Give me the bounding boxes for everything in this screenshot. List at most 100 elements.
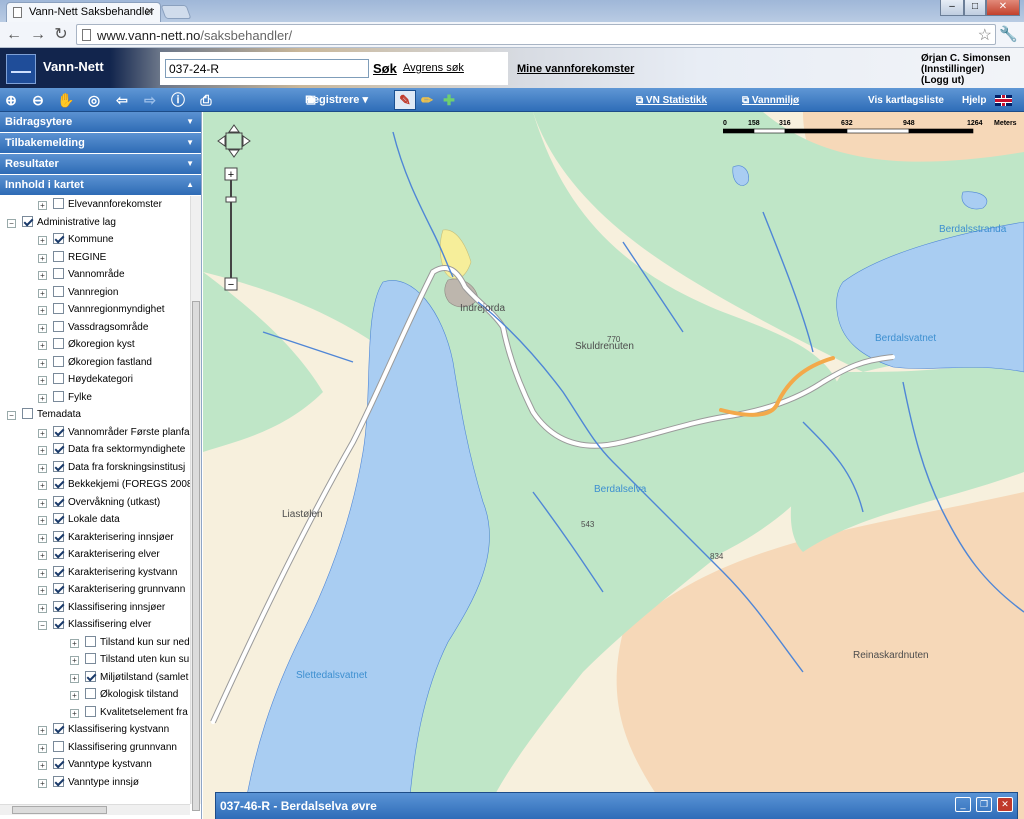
- collapse-icon[interactable]: −: [7, 218, 16, 228]
- layer-tree-item[interactable]: + Kvalitetselement fra: [70, 704, 188, 721]
- expand-icon[interactable]: +: [38, 761, 47, 770]
- maximize-button[interactable]: □: [964, 0, 986, 16]
- expand-icon[interactable]: +: [38, 428, 47, 438]
- layer-checkbox[interactable]: [53, 198, 64, 209]
- expand-icon[interactable]: +: [38, 393, 47, 403]
- expand-icon[interactable]: +: [70, 638, 79, 648]
- wrench-icon[interactable]: 🔧: [999, 25, 1018, 43]
- expand-icon[interactable]: +: [38, 743, 47, 753]
- layer-checkbox[interactable]: [53, 530, 64, 542]
- layer-checkbox[interactable]: [53, 495, 64, 507]
- expand-icon[interactable]: +: [38, 551, 47, 560]
- layer-checkbox[interactable]: [53, 600, 64, 612]
- layer-tree-item[interactable]: + Bekkekjemi (FOREGS 2008: [38, 476, 190, 493]
- layer-checkbox[interactable]: [53, 775, 64, 787]
- expand-icon[interactable]: +: [38, 586, 47, 595]
- close-window-button[interactable]: ✕: [986, 0, 1020, 16]
- vannmiljo-link[interactable]: ⧉ Vannmiljø: [742, 95, 799, 106]
- layer-checkbox[interactable]: [53, 565, 64, 577]
- reload-icon[interactable]: ↻: [51, 25, 71, 45]
- restore-panel-button[interactable]: ❐: [976, 797, 992, 812]
- expand-icon[interactable]: +: [38, 498, 47, 508]
- edit-pencil-icon[interactable]: ✏: [418, 91, 436, 109]
- layer-tree-item[interactable]: + Data fra sektormyndighete: [38, 441, 185, 458]
- expand-icon[interactable]: +: [38, 568, 47, 578]
- layer-checkbox[interactable]: [53, 250, 64, 262]
- expand-icon[interactable]: +: [70, 708, 79, 718]
- layer-tree-item[interactable]: + Elvevannforekomster: [38, 196, 162, 213]
- map-view[interactable]: 0 158 316 632 948 1264 Meters + − Berdalsstran…: [203, 112, 1024, 819]
- expand-icon[interactable]: +: [70, 656, 79, 665]
- collapse-icon[interactable]: −: [38, 621, 47, 630]
- layer-checkbox[interactable]: [53, 373, 64, 384]
- expand-icon[interactable]: +: [38, 271, 47, 280]
- layer-tree-item[interactable]: + Vannområde: [38, 266, 125, 283]
- expand-icon[interactable]: +: [38, 446, 47, 455]
- layer-checkbox[interactable]: [53, 425, 64, 437]
- layer-tree-item[interactable]: + Karakterisering elver: [38, 546, 160, 563]
- layer-tree-item[interactable]: + Klassifisering innsjøer: [38, 599, 165, 616]
- minimize-button[interactable]: –: [940, 0, 964, 16]
- add-user-icon[interactable]: ✚: [440, 91, 458, 109]
- layer-tree-item[interactable]: + Tilstand uten kun su: [70, 651, 189, 668]
- pan-hand-icon[interactable]: ✋: [57, 91, 75, 109]
- layer-tree-item[interactable]: + Økoregion kyst: [38, 336, 135, 353]
- layer-checkbox[interactable]: [53, 478, 64, 489]
- layer-checkbox[interactable]: [85, 653, 96, 664]
- layer-checkbox[interactable]: [85, 635, 96, 647]
- layer-tree-item[interactable]: + Vannområder Første planfa: [38, 424, 190, 441]
- layer-checkbox[interactable]: [85, 705, 96, 717]
- panel-innhold-i-kartet[interactable]: Innhold i kartet ▲: [0, 175, 201, 196]
- layer-checkbox[interactable]: [53, 618, 64, 629]
- panel-tilbakemelding[interactable]: Tilbakemelding ▼: [0, 133, 201, 154]
- layer-tree-item[interactable]: + Vassdragsområde: [38, 319, 148, 336]
- panel-resultater[interactable]: Resultater ▼: [0, 154, 201, 175]
- info-icon[interactable]: ⓘ: [169, 91, 187, 109]
- layer-tree-item[interactable]: + Økologisk tilstand: [70, 686, 178, 703]
- layer-checkbox[interactable]: [85, 688, 96, 699]
- settings-link[interactable]: (Innstillinger): [921, 64, 1010, 75]
- scrollbar-thumb[interactable]: [192, 301, 200, 811]
- layer-tree-item[interactable]: + Data fra forskningsinstitusj: [38, 459, 185, 476]
- expand-icon[interactable]: +: [38, 516, 47, 525]
- layer-checkbox[interactable]: [53, 583, 64, 594]
- uk-flag-icon[interactable]: [995, 95, 1012, 106]
- expand-icon[interactable]: +: [38, 463, 47, 473]
- layer-tree-item[interactable]: + Karakterisering grunnvann: [38, 581, 185, 598]
- logout-link[interactable]: (Logg ut): [921, 75, 1010, 86]
- url-field[interactable]: www.vann-nett.no/saksbehandler/ ☆: [76, 24, 996, 45]
- register-menu[interactable]: Registrere ▾: [305, 93, 368, 106]
- expand-icon[interactable]: +: [38, 376, 47, 385]
- help-link[interactable]: Hjelp: [962, 95, 986, 106]
- layer-tree-item[interactable]: − Klassifisering elver: [38, 616, 151, 633]
- expand-icon[interactable]: +: [38, 341, 47, 350]
- layer-tree-item[interactable]: + Overvåkning (utkast): [38, 494, 160, 511]
- zoom-slider-graphic[interactable]: + −: [224, 167, 238, 291]
- expand-icon[interactable]: +: [38, 306, 47, 315]
- layer-tree-item[interactable]: − Temadata: [7, 406, 81, 423]
- search-input[interactable]: [165, 59, 369, 78]
- layer-tree-item[interactable]: + Vannregionmyndighet: [38, 301, 165, 318]
- layer-tree-item[interactable]: + Økoregion fastland: [38, 354, 152, 371]
- previous-extent-icon[interactable]: ⇦: [113, 91, 131, 109]
- zoom-out-icon[interactable]: ⊖: [29, 91, 47, 109]
- layer-tree-item[interactable]: + Vannregion: [38, 284, 118, 301]
- layer-tree-item[interactable]: + Tilstand kun sur ned: [70, 634, 190, 651]
- layer-tree-item[interactable]: + Høydekategori: [38, 371, 133, 388]
- layer-tree-item[interactable]: + Klassifisering kystvann: [38, 721, 169, 738]
- collapse-icon[interactable]: −: [7, 411, 16, 420]
- layer-checkbox[interactable]: [53, 758, 64, 769]
- my-waterbodies-link[interactable]: Mine vannforekomster: [517, 63, 634, 75]
- expand-icon[interactable]: +: [70, 691, 79, 700]
- layer-tree-item[interactable]: + Fylke: [38, 389, 92, 406]
- panel-bidragsytere[interactable]: Bidragsytere ▼: [0, 112, 201, 133]
- layer-checkbox[interactable]: [53, 460, 64, 472]
- pan-arrows-icon[interactable]: [217, 124, 251, 158]
- layer-tree-item[interactable]: + Lokale data: [38, 511, 120, 528]
- next-extent-icon[interactable]: ⇨: [141, 91, 159, 109]
- expand-icon[interactable]: +: [38, 253, 47, 263]
- minimize-panel-button[interactable]: _: [955, 797, 971, 812]
- layer-tree-item[interactable]: + Vanntype innsjø: [38, 774, 139, 791]
- layer-checkbox[interactable]: [53, 355, 64, 367]
- layer-tree-item[interactable]: + Vanntype kystvann: [38, 756, 152, 773]
